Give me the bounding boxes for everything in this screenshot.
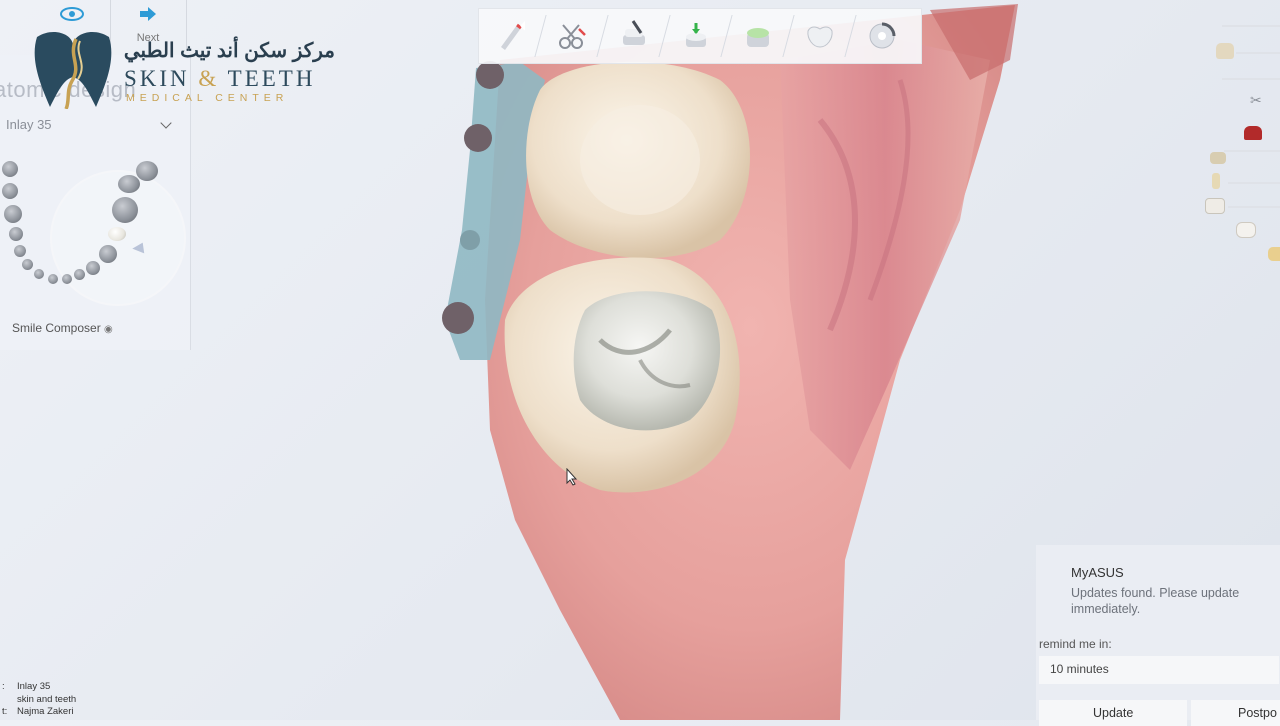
logo-english-text: SKIN & TEETH xyxy=(124,66,315,92)
crown-tool-icon[interactable] xyxy=(1216,43,1234,59)
doctor-value: Najma Zakeri xyxy=(17,706,74,717)
clinic-logo-mark xyxy=(34,31,112,109)
notification-app-name: MyASUS xyxy=(1071,565,1124,580)
margin-tool-icon[interactable] xyxy=(1244,126,1262,140)
smooth-tool-button[interactable] xyxy=(789,9,857,63)
tooth[interactable] xyxy=(136,161,158,181)
shade-tool-icon[interactable] xyxy=(1268,247,1280,261)
strip-line xyxy=(1222,78,1280,80)
remind-time-value: 10 minutes xyxy=(1050,662,1109,676)
tooth[interactable] xyxy=(118,175,140,193)
case-info: : Inlay 35 skin and teeth t: Najma Zakeri xyxy=(2,681,76,719)
scissors-icon xyxy=(559,24,586,49)
tooth[interactable] xyxy=(112,197,138,223)
tooth[interactable] xyxy=(14,245,26,257)
tooth[interactable] xyxy=(4,205,22,223)
update-button[interactable]: Update xyxy=(1039,700,1187,726)
clinic-value: skin and teeth xyxy=(17,693,77,705)
tooth[interactable] xyxy=(34,269,44,279)
postpone-button[interactable]: Postpo xyxy=(1191,700,1280,726)
shape-tool-icon xyxy=(747,28,769,47)
tooth-library-icon[interactable] xyxy=(1236,222,1256,238)
mouse-cursor-icon xyxy=(566,468,578,486)
strip-line xyxy=(1222,25,1280,27)
tooth[interactable] xyxy=(86,261,100,275)
scissors-icon[interactable]: ✂ xyxy=(1250,92,1262,109)
tooth[interactable] xyxy=(74,269,85,280)
design-toolbar xyxy=(478,8,922,64)
logo-word-teeth: TEETH xyxy=(219,66,316,91)
form-tool-icon xyxy=(623,20,645,45)
strip-line xyxy=(1236,52,1280,54)
logo-arabic-text: مركز سكن أند تيث الطبي xyxy=(123,40,335,62)
form-tool-button[interactable] xyxy=(603,9,671,63)
remind-time-select[interactable]: 10 minutes xyxy=(1039,656,1279,684)
postpone-button-label: Postpo xyxy=(1238,706,1277,720)
tooth-selected[interactable] xyxy=(108,227,126,241)
tooth[interactable] xyxy=(62,274,72,284)
arrow-right-icon xyxy=(140,7,156,21)
apply-tool-icon xyxy=(686,23,706,47)
logo-word-skin: SKIN xyxy=(124,66,199,91)
shape-tool-button[interactable] xyxy=(727,9,795,63)
tooth[interactable] xyxy=(2,183,18,199)
strip-line xyxy=(1228,206,1280,208)
tooth[interactable] xyxy=(48,274,58,284)
doctor-key: t: xyxy=(2,706,8,717)
chevron-down-icon[interactable] xyxy=(160,117,172,129)
case-key: : xyxy=(2,681,5,692)
remind-label: remind me in: xyxy=(1039,637,1112,651)
notification-message: Updates found. Please update immediately… xyxy=(1071,586,1240,616)
case-value: Inlay 35 xyxy=(17,681,51,692)
tooth-select-value[interactable]: Inlay 35 xyxy=(6,117,52,132)
pencil-tool-button[interactable] xyxy=(479,9,547,63)
pencil-tool-icon xyxy=(501,21,525,50)
logo-ampersand: & xyxy=(198,66,220,91)
smile-composer-label: Smile Composer xyxy=(12,321,101,335)
eye-icon xyxy=(60,7,84,21)
logo-subtitle: MEDICAL CENTER xyxy=(126,92,289,104)
inlay-tool-icon[interactable] xyxy=(1210,152,1226,164)
smile-composer-button[interactable]: Smile Composer ◉ xyxy=(12,321,113,335)
position-tool-icon xyxy=(869,22,896,49)
apply-tool-button[interactable] xyxy=(665,9,733,63)
strip-line xyxy=(1224,150,1280,152)
tooth[interactable] xyxy=(2,161,18,177)
cut-tool-button[interactable] xyxy=(541,9,609,63)
tooth[interactable] xyxy=(99,245,117,263)
myasus-notification: MyASUS Updates found. Please update imme… xyxy=(1036,545,1280,726)
strip-line xyxy=(1228,182,1280,184)
eye-icon: ◉ xyxy=(104,324,113,335)
veneer-tool-icon[interactable] xyxy=(1205,198,1225,214)
position-tool-button[interactable] xyxy=(851,9,913,63)
post-tool-icon[interactable] xyxy=(1212,173,1220,189)
smooth-tool-icon xyxy=(807,26,833,48)
tooth[interactable] xyxy=(9,227,23,241)
update-button-label: Update xyxy=(1093,706,1134,720)
tooth[interactable] xyxy=(22,259,33,270)
